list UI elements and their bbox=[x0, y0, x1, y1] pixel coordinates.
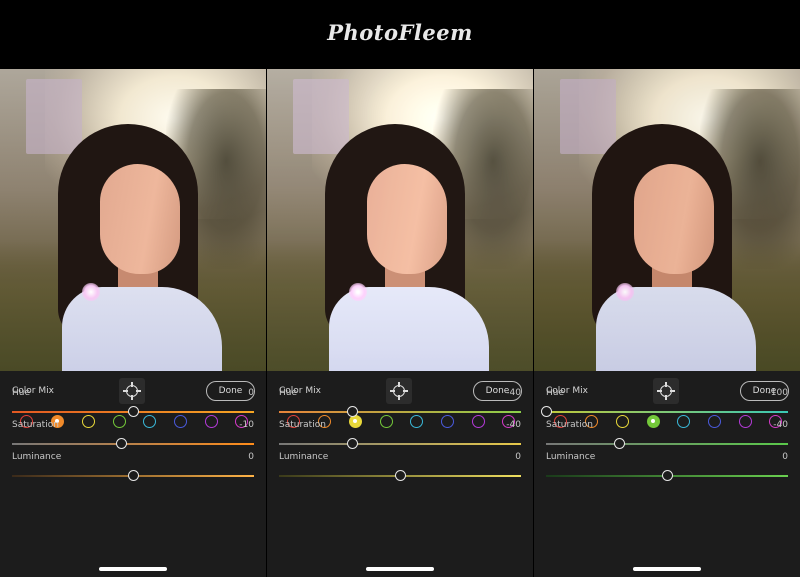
photo-preview bbox=[0, 69, 266, 371]
hue-value: -40 bbox=[506, 388, 521, 398]
saturation-label: Saturation bbox=[546, 420, 593, 430]
hue-value: -100 bbox=[767, 388, 788, 398]
editor-panel-1: Color Mix Done Hue 0 Saturation -10 Luminance 0 bbox=[0, 69, 266, 577]
hue-label: Hue bbox=[546, 388, 565, 398]
hue-slider-handle[interactable] bbox=[541, 406, 552, 417]
target-adjust-button[interactable] bbox=[119, 378, 145, 404]
saturation-slider[interactable] bbox=[12, 438, 254, 449]
swatch-purple[interactable] bbox=[739, 415, 752, 428]
swatch-purple[interactable] bbox=[205, 415, 218, 428]
swatch-purple[interactable] bbox=[472, 415, 485, 428]
saturation-value: -40 bbox=[506, 420, 521, 430]
editor-panel-2: Color Mix Done Hue -40 Saturation -40 Luminanc… bbox=[267, 69, 533, 577]
swatch-green[interactable] bbox=[113, 415, 126, 428]
luminance-label: Luminance bbox=[279, 452, 329, 462]
swatch-blue[interactable] bbox=[174, 415, 187, 428]
lens-flare bbox=[616, 283, 634, 301]
lens-flare bbox=[349, 283, 367, 301]
swatch-blue[interactable] bbox=[441, 415, 454, 428]
luminance-value: 0 bbox=[782, 452, 788, 462]
saturation-label: Saturation bbox=[12, 420, 59, 430]
subject-face bbox=[634, 164, 714, 274]
background-building bbox=[560, 79, 616, 154]
lens-flare bbox=[82, 283, 100, 301]
luminance-slider-handle[interactable] bbox=[395, 470, 406, 481]
subject-face bbox=[367, 164, 447, 274]
home-indicator bbox=[633, 567, 701, 571]
swatch-aqua[interactable] bbox=[410, 415, 423, 428]
hue-slider[interactable] bbox=[541, 406, 788, 417]
swatch-aqua[interactable] bbox=[143, 415, 156, 428]
hue-slider[interactable] bbox=[12, 406, 254, 417]
luminance-value: 0 bbox=[248, 452, 254, 462]
saturation-label: Saturation bbox=[279, 420, 326, 430]
home-indicator bbox=[99, 567, 167, 571]
saturation-slider-handle[interactable] bbox=[346, 438, 358, 449]
swatch-aqua[interactable] bbox=[677, 415, 690, 428]
hue-label: Hue bbox=[12, 388, 31, 398]
luminance-label: Luminance bbox=[546, 452, 596, 462]
brand-logo: PhotoFleem bbox=[327, 20, 473, 45]
swatch-blue[interactable] bbox=[708, 415, 721, 428]
home-indicator bbox=[366, 567, 434, 571]
editor-panel-3: Color Mix Done Hue -100 Saturation -40 Luminan… bbox=[534, 69, 800, 577]
hue-slider-handle[interactable] bbox=[128, 406, 139, 417]
hue-slider-handle[interactable] bbox=[346, 406, 358, 417]
saturation-value: -10 bbox=[239, 420, 254, 430]
target-adjust-button[interactable] bbox=[653, 378, 679, 404]
luminance-value: 0 bbox=[515, 452, 521, 462]
luminance-slider-handle[interactable] bbox=[128, 470, 139, 481]
luminance-slider[interactable] bbox=[546, 470, 788, 481]
saturation-slider[interactable] bbox=[279, 438, 521, 449]
background-building bbox=[26, 79, 82, 154]
saturation-slider[interactable] bbox=[546, 438, 788, 449]
saturation-value: -40 bbox=[773, 420, 788, 430]
swatch-yellow[interactable] bbox=[82, 415, 95, 428]
photo-preview bbox=[534, 69, 800, 371]
saturation-slider-handle[interactable] bbox=[115, 438, 127, 449]
hue-value: 0 bbox=[248, 388, 254, 398]
hue-slider[interactable] bbox=[279, 406, 521, 417]
target-adjust-button[interactable] bbox=[386, 378, 412, 404]
hue-label: Hue bbox=[279, 388, 298, 398]
luminance-slider[interactable] bbox=[279, 470, 521, 481]
swatch-green[interactable] bbox=[647, 415, 660, 428]
header-bar: PhotoFleem bbox=[0, 0, 800, 69]
luminance-slider-handle[interactable] bbox=[662, 470, 673, 481]
luminance-label: Luminance bbox=[12, 452, 62, 462]
swatch-yellow[interactable] bbox=[616, 415, 629, 428]
subject-face bbox=[100, 164, 180, 274]
luminance-slider[interactable] bbox=[12, 470, 254, 481]
swatch-green[interactable] bbox=[380, 415, 393, 428]
photo-preview bbox=[267, 69, 533, 371]
background-building bbox=[293, 79, 349, 154]
saturation-slider-handle[interactable] bbox=[613, 438, 625, 449]
